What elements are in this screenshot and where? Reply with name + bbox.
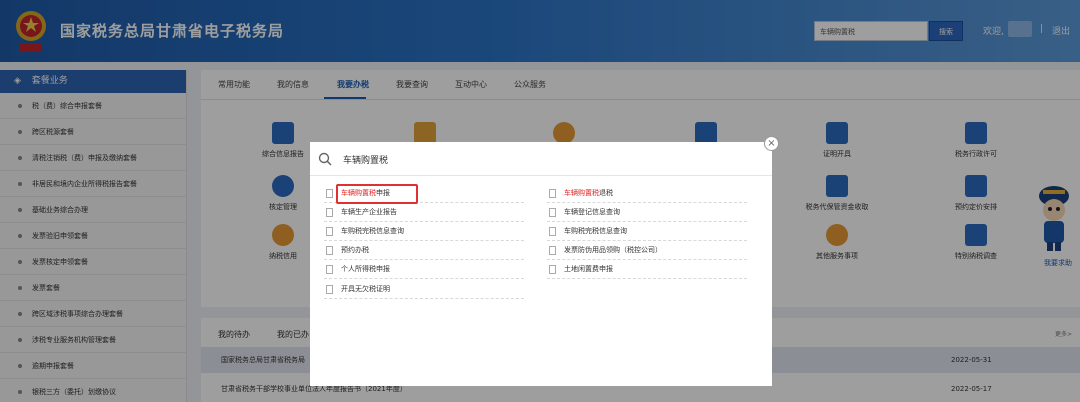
modal-search-input[interactable]: 车辆购置税 xyxy=(343,153,388,166)
result-text: 退税 xyxy=(599,189,613,197)
document-icon xyxy=(549,265,556,274)
result-text: 车购税完税信息查询 xyxy=(564,227,627,235)
document-icon xyxy=(326,227,333,236)
document-icon xyxy=(326,285,333,294)
document-icon xyxy=(326,208,333,217)
result-highlight: 车辆购置税 xyxy=(564,189,599,197)
modal-search-bar[interactable]: 车辆购置税 xyxy=(310,142,772,176)
close-icon[interactable]: × xyxy=(764,136,779,151)
result-item[interactable]: 车辆登记信息查询 xyxy=(547,203,747,222)
result-text: 开具无欠税证明 xyxy=(341,285,390,293)
result-item[interactable]: 发票防伪用品领购（税控公司） xyxy=(547,241,747,260)
highlight-frame xyxy=(336,184,418,204)
document-icon xyxy=(549,246,556,255)
document-icon xyxy=(549,189,556,198)
result-item[interactable]: 车购税完税信息查询 xyxy=(547,222,747,241)
result-text: 土地闲置费申报 xyxy=(564,265,613,273)
result-item[interactable]: 车辆购置税申报 xyxy=(324,184,524,204)
document-icon xyxy=(549,208,556,217)
document-icon xyxy=(326,189,333,198)
result-text: 车辆登记信息查询 xyxy=(564,208,620,216)
result-item[interactable]: 车辆生产企业报告 xyxy=(324,203,524,222)
result-item[interactable]: 开具无欠税证明 xyxy=(324,280,524,299)
result-item[interactable]: 预约办税 xyxy=(324,241,524,260)
document-icon xyxy=(326,265,333,274)
result-item[interactable]: 车购税完税信息查询 xyxy=(324,222,524,241)
result-text: 车购税完税信息查询 xyxy=(341,227,404,235)
result-text: 预约办税 xyxy=(341,246,369,254)
document-icon xyxy=(549,227,556,236)
result-text: 个人所得税申报 xyxy=(341,265,390,273)
result-item[interactable]: 个人所得税申报 xyxy=(324,260,524,279)
result-item[interactable]: 车辆购置税退税 xyxy=(547,184,747,203)
search-icon xyxy=(318,152,332,166)
result-text: 车辆生产企业报告 xyxy=(341,208,397,216)
result-text: 发票防伪用品领购（税控公司） xyxy=(564,246,662,254)
result-item[interactable]: 土地闲置费申报 xyxy=(547,260,747,279)
document-icon xyxy=(326,246,333,255)
search-modal: 车辆购置税 车辆购置税申报 车辆生产企业报告 车购税完税信息查询 预约办税 个人… xyxy=(310,142,772,386)
